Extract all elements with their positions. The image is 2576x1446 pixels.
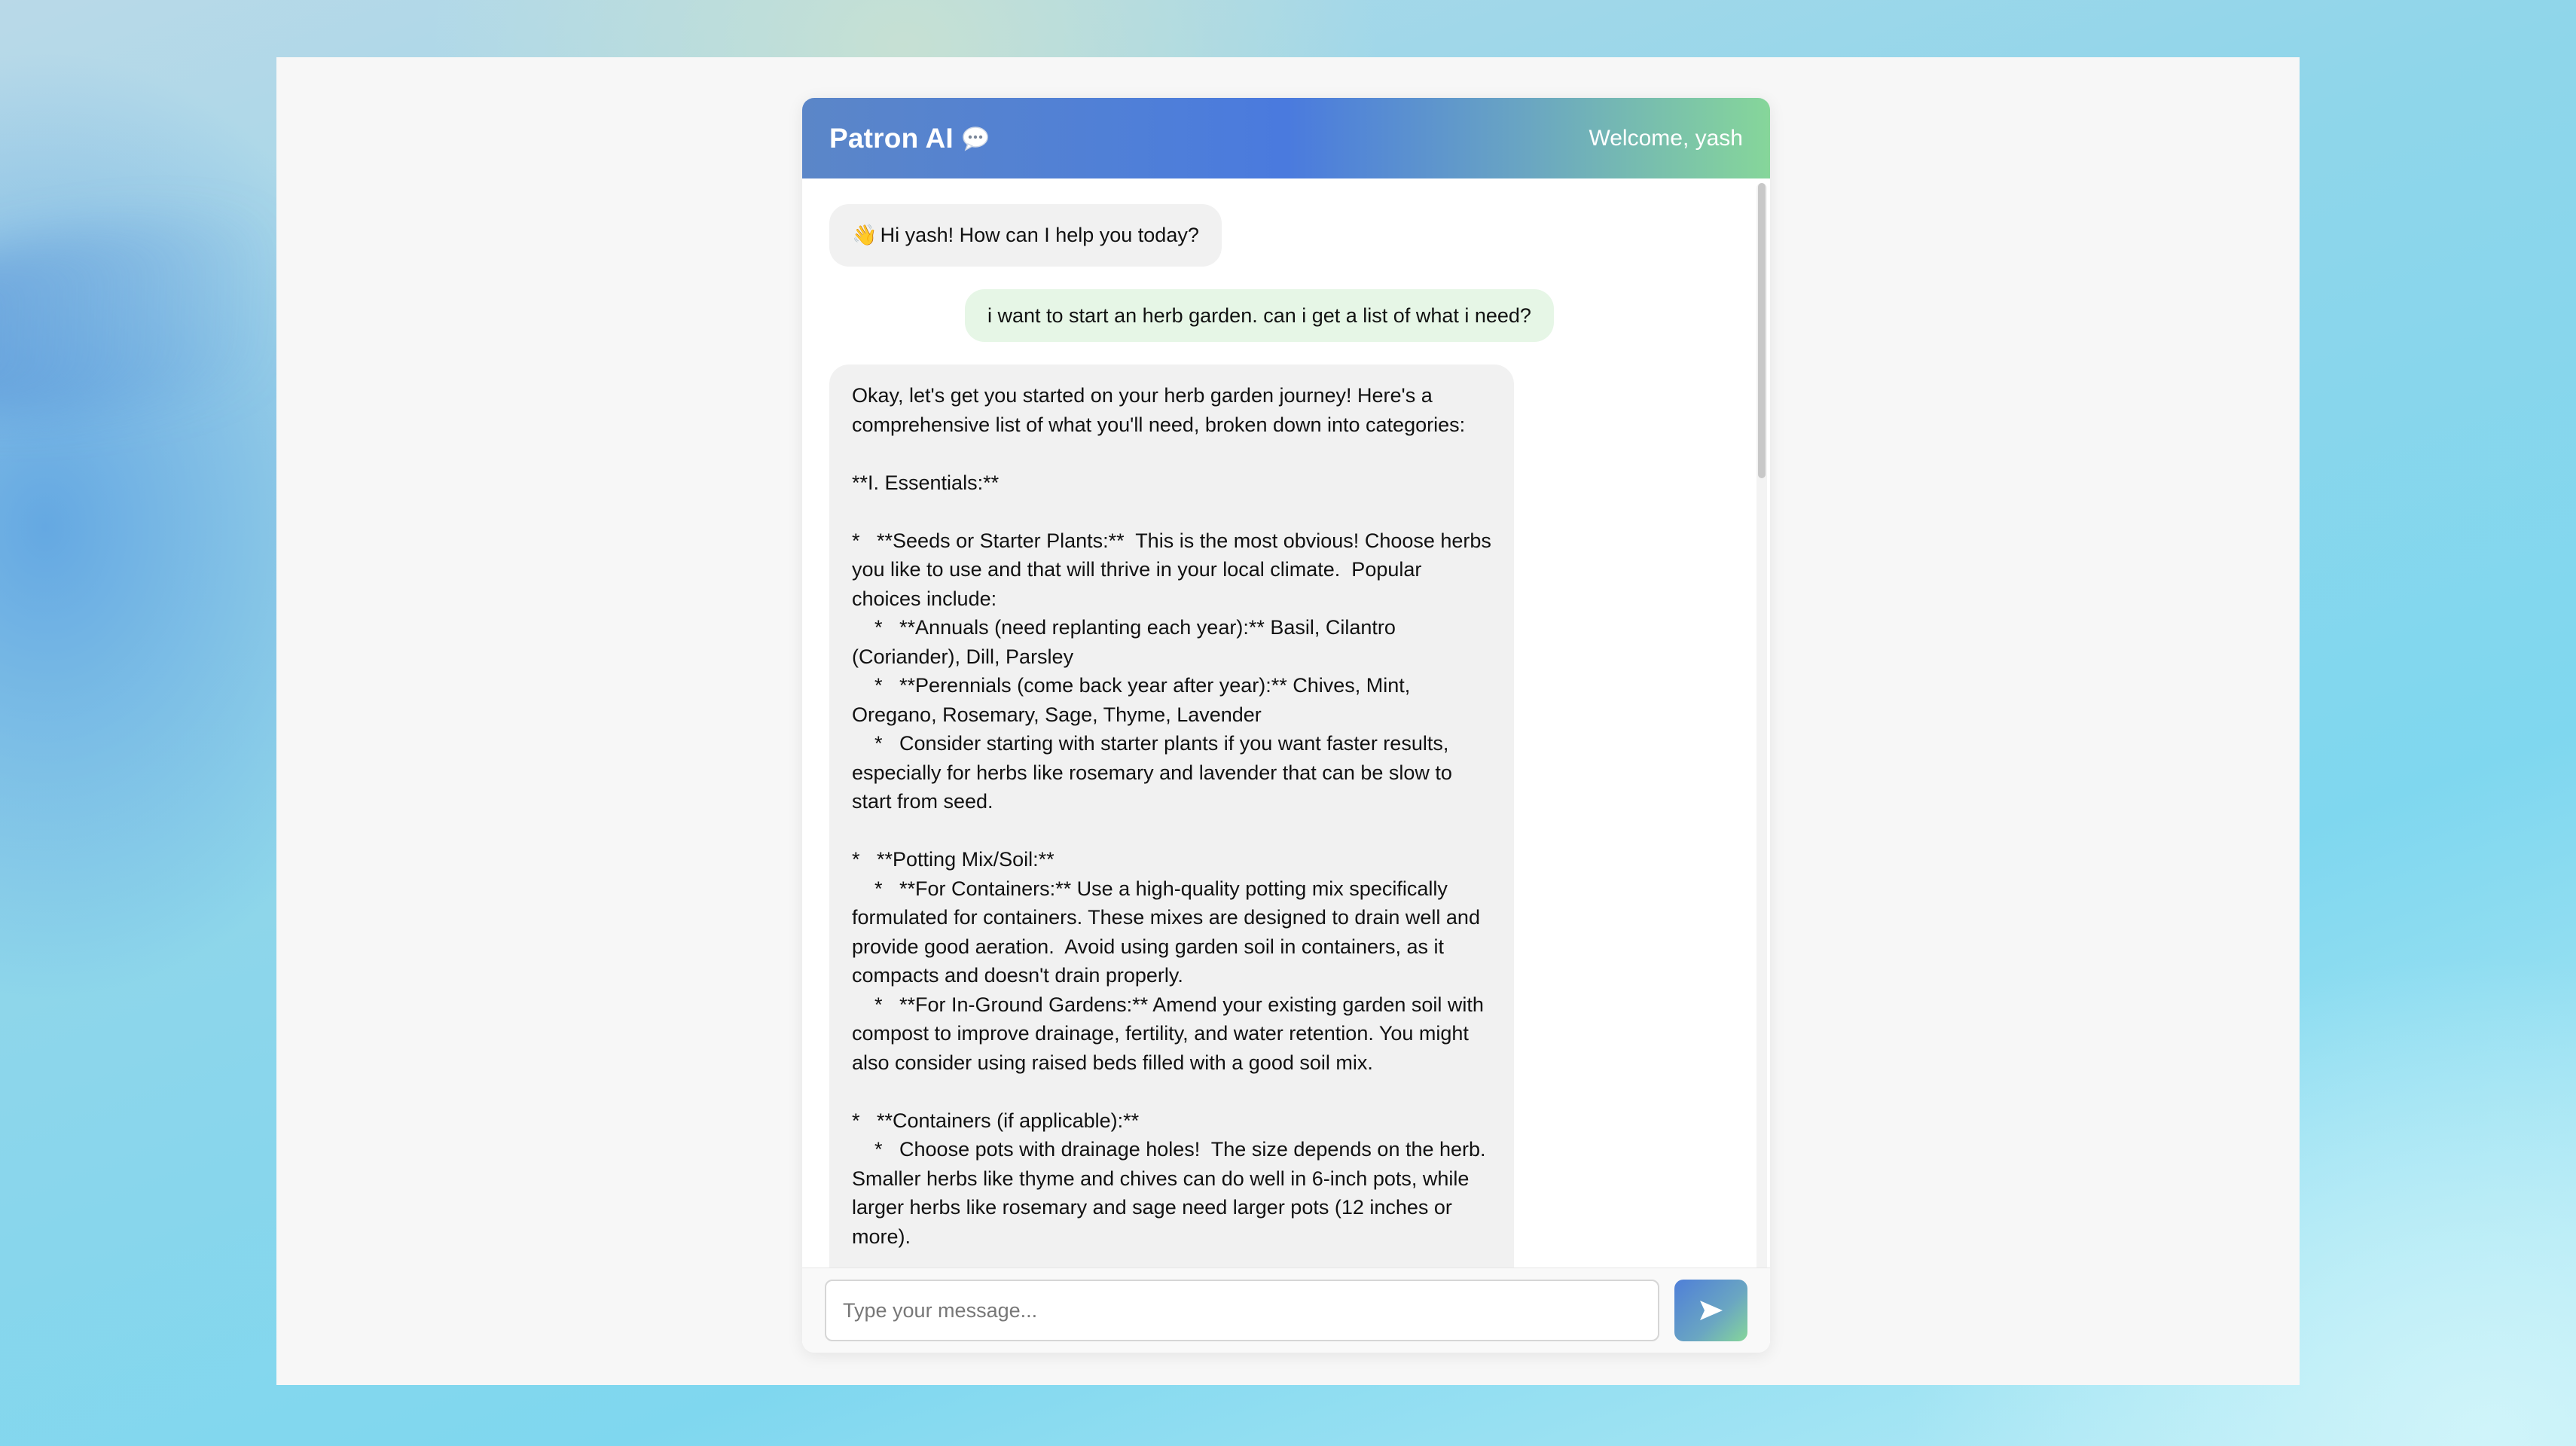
waving-hand-emoji: 👋: [852, 224, 877, 246]
messages-list[interactable]: 👋 Hi yash! How can I help you today? i wa…: [802, 178, 1770, 1344]
message-row-assistant: Okay, let's get you started on your herb…: [829, 365, 1743, 1268]
welcome-message: Welcome, yash: [1589, 125, 1743, 151]
send-button[interactable]: [1674, 1280, 1747, 1341]
message-input[interactable]: [825, 1280, 1660, 1341]
brand: Patron AI: [829, 123, 990, 154]
messages-scrollbar[interactable]: [1757, 183, 1767, 1343]
scrollbar-thumb[interactable]: [1758, 183, 1766, 478]
assistant-message: 👋 Hi yash! How can I help you today?: [829, 204, 1222, 267]
user-message: i want to start an herb garden. can i ge…: [965, 288, 1554, 342]
message-row-assistant: 👋 Hi yash! How can I help you today?: [829, 204, 1743, 267]
message-composer: [802, 1268, 1770, 1353]
chat-header: Patron AI Welcome, yash: [802, 98, 1770, 178]
chat-bubble-icon: [963, 126, 988, 151]
chat-window: Patron AI Welcome, yash 👋 Hi yash! How ca…: [802, 98, 1770, 1353]
assistant-message-text: Hi yash! How can I help you today?: [880, 224, 1199, 246]
app-title: Patron AI: [829, 122, 954, 154]
assistant-message: Okay, let's get you started on your herb…: [829, 365, 1514, 1268]
send-arrow-icon: [1699, 1301, 1723, 1320]
message-row-user: i want to start an herb garden. can i ge…: [829, 288, 1743, 342]
browser-page: Patron AI Welcome, yash 👋 Hi yash! How ca…: [276, 57, 2300, 1385]
